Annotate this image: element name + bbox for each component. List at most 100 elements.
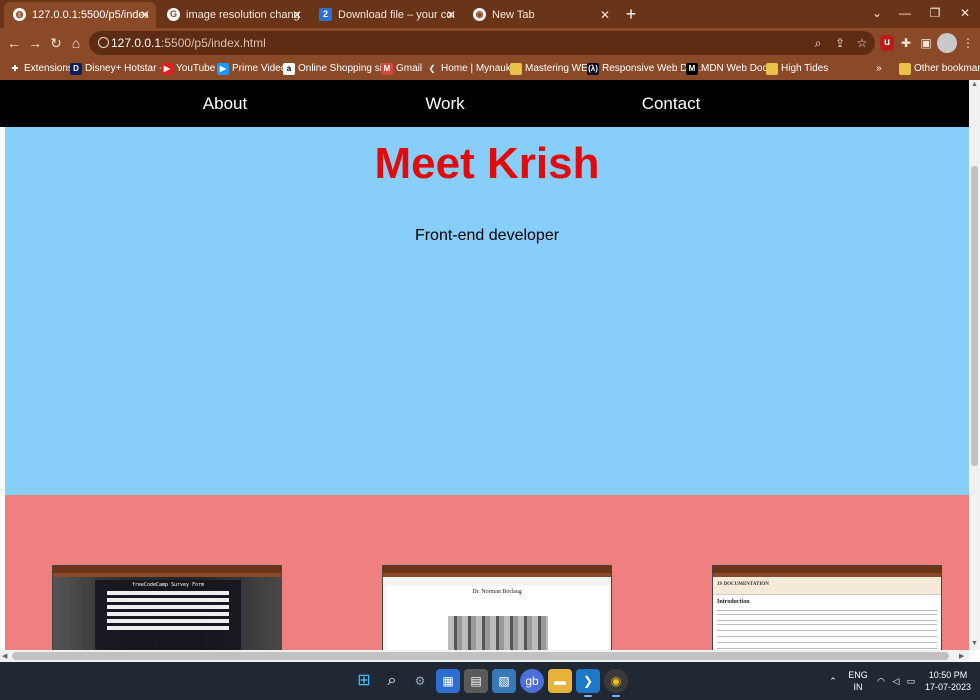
more-bookmarks-chevron[interactable]: » [876,58,882,80]
tab-title: New Tab [492,9,535,21]
zoom-icon[interactable]: ⌕ [809,34,827,52]
ublock-extension-icon[interactable]: u [880,35,894,51]
reload-icon[interactable]: ↻ [45,32,67,54]
battery-icon[interactable]: ▭ [904,662,918,700]
js-docs-intro: Introduction [717,599,750,605]
close-icon[interactable]: ✕ [600,2,610,28]
bookmark-mynaukri[interactable]: ❮ Home | Mynaukri [425,58,517,80]
horizontal-scrollbar[interactable]: ◀ ▶ [0,650,969,662]
start-windows-icon[interactable]: ⊞ [352,669,376,693]
bookmark-high-tides[interactable]: High Tides [765,58,828,80]
chrome-icon: ◉ [473,8,486,21]
bookmark-hotstar[interactable]: D Disney+ Hotstar -... [69,58,171,80]
clock[interactable]: 10:50 PM 17-07-2023 [922,669,974,695]
address-url: 127.0.0.1:5500/p5/index.html [111,36,266,50]
puzzle-icon: ✚ [11,64,19,73]
window-close-icon[interactable]: ✕ [950,0,980,28]
mdn-icon: M [686,63,698,75]
survey-form-preview: freeCodeCamp Survey Form [95,580,241,654]
project-thumbnail-js-docs[interactable]: JS DOCUMENTATION Introduction [712,565,942,655]
bookmark-mdn[interactable]: M MDN Web Docs [685,58,773,80]
freecodecamp-icon: (λ) [587,63,599,75]
bookmark-prime-video[interactable]: ▶ Prime Video [216,58,286,80]
home-icon[interactable]: ⌂ [65,32,87,54]
new-tab-button[interactable]: + [621,3,641,25]
store-icon[interactable]: ▦ [436,669,460,693]
youtube-icon: ▶ [161,63,173,75]
bookmark-other[interactable]: Other bookmarks [898,58,980,80]
page-viewport: About Work Contact Meet Krish Front-end … [0,80,980,662]
chrome-taskbar-icon[interactable]: ◉ [604,669,628,697]
nav-link-contact[interactable]: Contact [642,80,701,127]
gmail-icon: M [381,63,393,75]
tab-new-tab[interactable]: ◉ New Tab ✕ [464,2,616,28]
close-icon[interactable]: ✕ [140,2,150,28]
bookmark-star-icon[interactable]: ☆ [853,34,871,52]
profile-avatar[interactable] [937,33,957,53]
close-icon[interactable]: ✕ [292,2,302,28]
extensions-puzzle-icon[interactable]: ✚ [896,33,916,53]
horizontal-scroll-thumb[interactable] [12,652,949,660]
tab-download-file[interactable]: 2 Download file – your conversion ✕ [310,2,462,28]
tab-title: image resolution changer - Goog [186,9,300,21]
prime-video-icon: ▶ [217,63,229,75]
settings-gear-icon[interactable]: ⚙ [408,669,432,693]
side-panel-icon[interactable]: ▣ [916,33,936,53]
search-icon[interactable]: ⌕ [380,669,404,693]
project-thumbnail-survey-form[interactable]: freeCodeCamp Survey Form [52,565,282,655]
js-docs-header: JS DOCUMENTATION [717,582,769,587]
scroll-up-icon[interactable]: ▲ [971,81,978,88]
scroll-right-icon[interactable]: ▶ [959,652,964,660]
forward-arrow-icon[interactable]: → [24,32,46,54]
scroll-down-icon[interactable]: ▼ [971,640,978,647]
bookmark-amazon[interactable]: a Online Shopping sit... [282,58,393,80]
menu-kebab-icon[interactable]: ⋮ [958,33,978,53]
site-info-icon[interactable] [98,37,109,48]
site-nav: About Work Contact [0,80,969,127]
file-explorer-icon[interactable]: ▬ [548,669,572,693]
photos-icon[interactable]: ▧ [492,669,516,693]
bookmark-mastering-web[interactable]: Mastering WEB [509,58,594,80]
tab-strip: ◍ 127.0.0.1:5500/p5/index.html ✕ G image… [0,0,980,28]
project-thumbnail-tribute-page[interactable]: Dr. Norman Borlaug [382,565,612,655]
nav-link-about[interactable]: About [203,80,247,127]
tab-image-resolution[interactable]: G image resolution changer - Goog ✕ [158,2,308,28]
vertical-scrollbar[interactable]: ▲ ▼ [969,80,980,650]
address-bar[interactable]: 127.0.0.1:5500/p5/index.html ⌕ ⇪ ☆ [89,31,875,55]
tab-localhost[interactable]: ◍ 127.0.0.1:5500/p5/index.html ✕ [4,2,156,28]
bookmark-gmail[interactable]: M Gmail [380,58,422,80]
bookmark-extensions[interactable]: ✚ Extensions [8,58,73,80]
wifi-icon[interactable]: ◠ [874,662,888,700]
close-icon[interactable]: ✕ [446,2,456,28]
app-gb-icon[interactable]: gb [520,669,544,693]
tab-title: 127.0.0.1:5500/p5/index.html [32,9,148,21]
bookmark-youtube[interactable]: ▶ YouTube [160,58,215,80]
language-indicator[interactable]: ENG IN [846,669,870,695]
google-icon: G [167,8,180,21]
tray-chevron-up-icon[interactable]: ⌃ [826,662,840,700]
browser-toolbar: ← → ↻ ⌂ 127.0.0.1:5500/p5/index.html ⌕ ⇪… [0,28,980,58]
hero-subtitle: Front-end developer [414,227,560,244]
download-site-icon: 2 [319,8,332,21]
maximize-icon[interactable]: ❐ [920,0,950,28]
volume-icon[interactable]: ◁ [889,662,903,700]
folder-icon [899,63,911,75]
windows-taskbar: ⊞ ⌕ ⚙ ▦ ▤ ▧ gb ▬ ❯ ◉ ⌃ ENG IN ◠ ◁ ▭ 10:5… [0,662,980,700]
tab-title: Download file – your conversion [338,9,454,21]
vertical-scroll-thumb[interactable] [971,166,978,466]
hero-title: Meet Krish [374,139,600,188]
share-icon[interactable]: ⇪ [831,34,849,52]
survey-form-title: freeCodeCamp Survey Form [131,582,205,588]
scroll-left-icon[interactable]: ◀ [2,652,7,660]
vscode-icon[interactable]: ❯ [576,669,600,697]
tab-search-chevron-icon[interactable]: ⌄ [862,0,892,28]
calculator-icon[interactable]: ▤ [464,669,488,693]
amazon-icon: a [283,63,295,75]
globe-icon: ◍ [13,8,26,21]
nav-link-work[interactable]: Work [425,80,464,127]
minimize-icon[interactable]: — [890,0,920,28]
hero-section: Meet Krish Front-end developer [5,127,969,495]
tribute-title: Dr. Norman Borlaug [472,589,522,595]
folder-icon [766,63,778,75]
back-arrow-icon[interactable]: ← [3,32,25,54]
